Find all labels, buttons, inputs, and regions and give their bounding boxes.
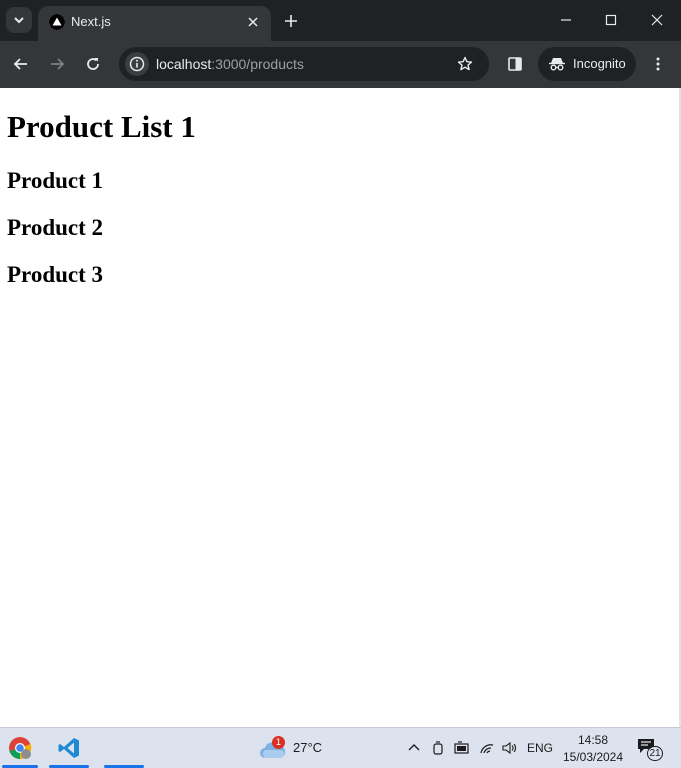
chevron-up-icon (408, 744, 420, 751)
url-host: localhost (156, 56, 212, 72)
page-content: Product List 1 Product 1 Product 2 Produ… (0, 88, 681, 727)
plus-icon (285, 15, 297, 27)
show-hidden-icons-button[interactable] (405, 739, 423, 757)
tab-search-button[interactable] (6, 7, 32, 33)
side-panel-button[interactable] (502, 51, 528, 77)
bookmark-button[interactable] (455, 54, 475, 74)
arrow-right-icon (51, 58, 65, 70)
close-icon (248, 17, 258, 27)
star-icon (457, 56, 473, 71)
battery-tray-button[interactable] (453, 739, 471, 757)
incognito-profile-button[interactable]: Incognito (538, 47, 636, 81)
system-clock[interactable]: 14:58 15/03/2024 (560, 732, 626, 766)
browser-toolbar: localhost:3000/products Incognito (0, 41, 681, 88)
weather-temperature: 27°C (293, 740, 323, 755)
tab-close-button[interactable] (244, 13, 262, 31)
tab-title: Next.js (71, 14, 111, 29)
new-tab-button[interactable] (279, 9, 303, 33)
url-path: :3000/products (211, 56, 304, 72)
clock-date: 15/03/2024 (562, 750, 624, 764)
speaker-icon (502, 741, 517, 755)
network-tray-button[interactable] (478, 739, 496, 757)
chrome-taskbar-button[interactable] (0, 728, 40, 768)
chrome-icon (9, 737, 32, 760)
kebab-menu-icon (656, 57, 660, 71)
back-button[interactable] (8, 51, 34, 77)
url-text[interactable]: localhost:3000/products (156, 56, 304, 72)
window-close-button[interactable] (639, 6, 675, 34)
taskbar-app-slot[interactable] (104, 728, 144, 768)
page-title: Product List 1 (7, 109, 196, 144)
weather-badge: 1 (272, 736, 285, 749)
tab-strip: Next.js (0, 0, 681, 41)
incognito-icon (548, 55, 566, 73)
battery-icon (454, 741, 469, 754)
incognito-label: Incognito (573, 56, 626, 71)
info-icon (129, 56, 145, 72)
browser-menu-button[interactable] (645, 51, 671, 77)
camera-icon (433, 741, 443, 755)
site-info-button[interactable] (125, 52, 149, 76)
arrow-left-icon (13, 58, 27, 70)
vscode-taskbar-button[interactable] (49, 728, 89, 768)
minimize-button[interactable] (548, 6, 584, 34)
maximize-icon (605, 14, 617, 26)
product-item-1: Product 1 (7, 168, 104, 193)
vscode-icon (58, 738, 79, 758)
reload-button[interactable] (80, 51, 106, 77)
side-panel-icon (508, 57, 522, 71)
chevron-down-icon (14, 17, 24, 24)
forward-button[interactable] (44, 51, 70, 77)
minimize-icon (561, 19, 571, 21)
maximize-button[interactable] (593, 6, 629, 34)
browser-tab[interactable]: Next.js (38, 6, 271, 41)
notification-center-button[interactable]: 21 (637, 738, 663, 761)
product-item-3: Product 3 (7, 262, 104, 287)
close-icon (651, 14, 663, 26)
weather-widget[interactable]: 1 27°C (258, 734, 338, 762)
notification-count: 21 (647, 746, 663, 761)
wifi-icon (480, 744, 494, 754)
product-item-2: Product 2 (7, 215, 104, 240)
input-language[interactable]: ENG (527, 741, 553, 755)
nextjs-favicon-icon (49, 14, 65, 30)
address-bar[interactable]: localhost:3000/products (119, 47, 489, 81)
volume-tray-button[interactable] (500, 739, 518, 757)
reload-icon (87, 58, 99, 70)
meet-tray-button[interactable] (429, 739, 447, 757)
taskbar: 1 27°C ENG 14:58 15/03/2024 21 (0, 727, 681, 768)
clock-time: 14:58 (577, 733, 609, 747)
